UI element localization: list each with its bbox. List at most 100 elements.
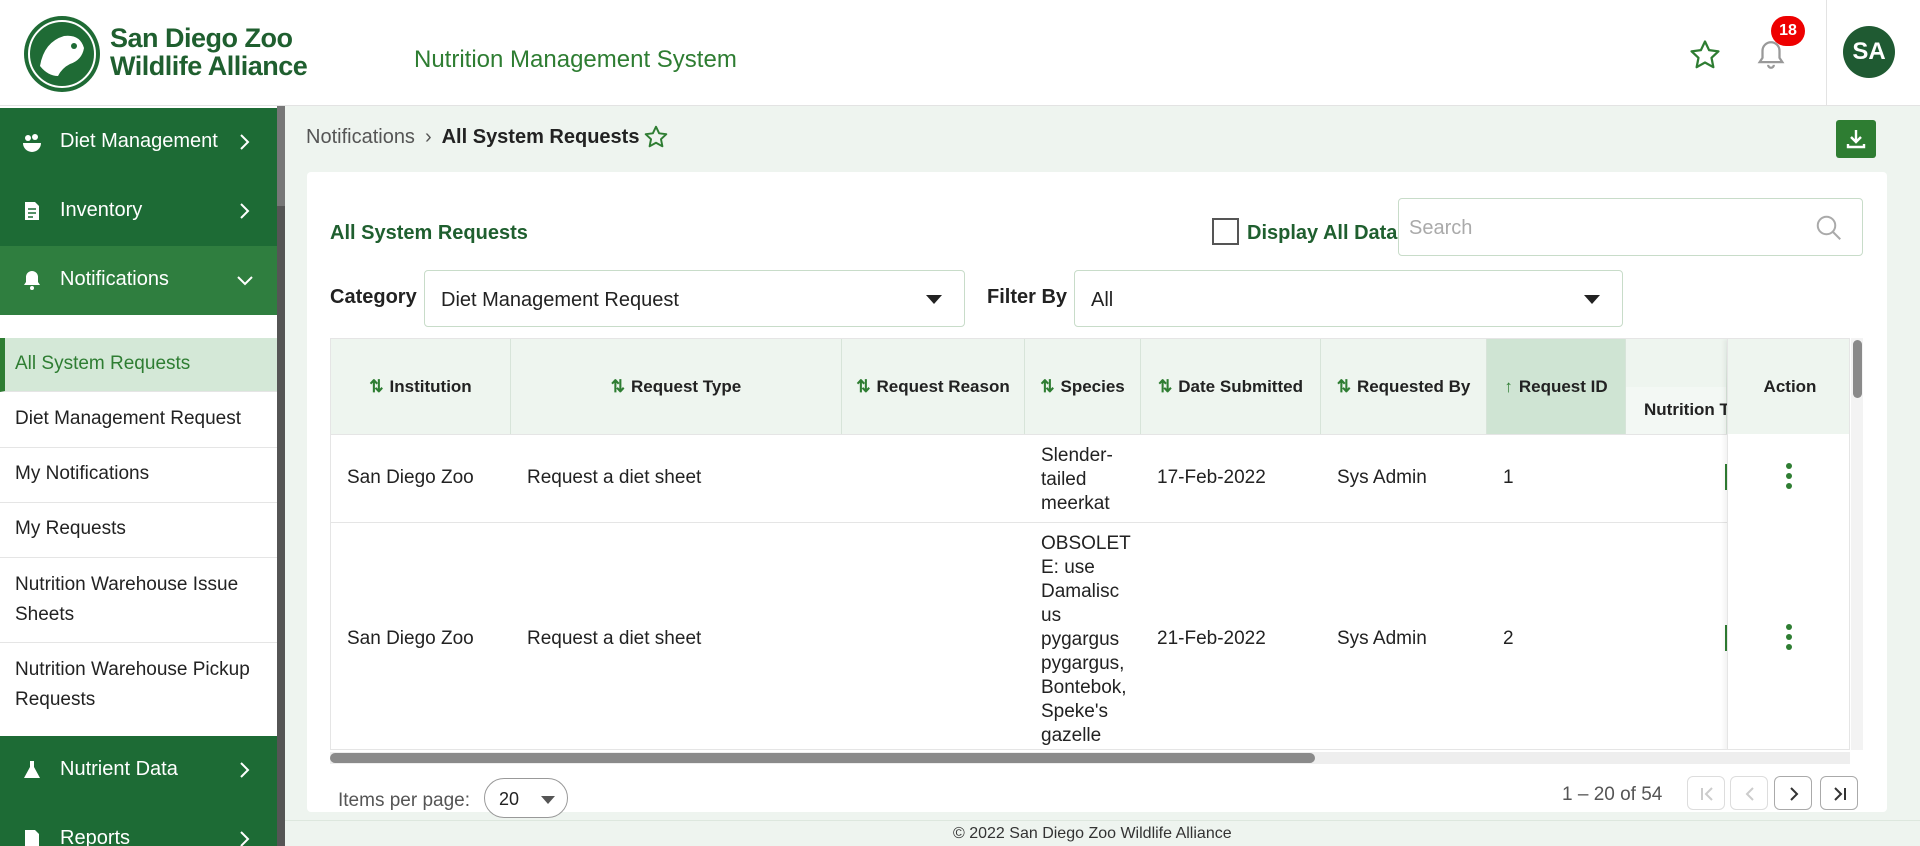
sidebar-subitem-diet-management-request[interactable]: Diet Management Request (0, 393, 277, 448)
column-header-species[interactable]: ⇅ Species (1025, 339, 1141, 434)
sort-icon: ⇅ (1158, 376, 1173, 396)
cell-institution: San Diego Zoo (347, 467, 474, 488)
search-icon[interactable] (1814, 213, 1844, 243)
chevron-left-icon (1745, 787, 1754, 801)
sidebar-item-label: Inventory (60, 199, 143, 221)
sidebar-item-diet-management[interactable]: Diet Management (0, 108, 277, 177)
user-avatar[interactable]: SA (1843, 26, 1895, 78)
items-per-page-select[interactable]: 20 (484, 778, 568, 818)
cell-species: Slender- tailed meerkat (1041, 444, 1113, 516)
sidebar-scrollbar[interactable] (277, 106, 285, 846)
display-all-checkbox[interactable] (1212, 218, 1239, 245)
column-header-nutrition[interactable]: Nutrition T (1626, 339, 1730, 434)
next-page-button[interactable] (1774, 776, 1812, 810)
cell-request-type: Request a diet sheet (527, 628, 702, 649)
sidebar-subitem-warehouse-pickup-requests[interactable]: Nutrition Warehouse Pickup Requests (0, 643, 277, 728)
column-header-label: Date Submitted (1178, 376, 1303, 396)
sidebar-item-inventory[interactable]: Inventory (0, 177, 277, 246)
report-icon (25, 830, 39, 846)
column-header-request-id[interactable]: ↑ Request ID (1487, 339, 1626, 434)
zoo-logo[interactable] (22, 14, 102, 94)
species-line: Bontebok, (1041, 677, 1127, 698)
sort-icon: ⇅ (1336, 376, 1351, 396)
sidebar-subitem-label: Diet Management Request (15, 408, 242, 429)
cell-requested-by: Sys Admin (1337, 467, 1427, 488)
column-header-requested-by[interactable]: ⇅ Requested By (1321, 339, 1487, 434)
sort-ascending-icon: ↑ (1504, 376, 1513, 396)
search-placeholder: Search (1409, 217, 1473, 239)
sidebar-subitem-label: My Requests (15, 518, 126, 539)
sidebar-item-reports[interactable]: Reports (0, 805, 277, 846)
sidebar-subitem-my-notifications[interactable]: My Notifications (0, 448, 277, 503)
column-header-request-type[interactable]: ⇅ Request Type (511, 339, 842, 434)
card-title: All System Requests (330, 222, 528, 244)
add-favorite-star-icon[interactable] (643, 124, 669, 150)
last-page-icon (1834, 787, 1846, 801)
filter-by-label: Filter By (987, 286, 1068, 308)
previous-page-button[interactable] (1730, 776, 1768, 810)
breadcrumb: Notifications › All System Requests (306, 126, 639, 149)
sort-icon: ⇅ (610, 376, 626, 396)
breadcrumb-current: All System Requests (441, 126, 640, 148)
column-header-institution[interactable]: ⇅ Institution (331, 339, 511, 434)
column-header-label: Requested By (1356, 376, 1471, 396)
column-header-action: Action (1728, 339, 1849, 434)
cell-species: OBSOLET E: use Damalisc us pygargus pyga… (1041, 532, 1131, 748)
species-line: pygargus, (1041, 653, 1125, 674)
last-page-button[interactable] (1820, 776, 1858, 810)
sidebar-item-label: Notifications (60, 268, 169, 290)
first-page-icon (1701, 787, 1713, 801)
column-header-label: Request ID (1518, 376, 1608, 396)
category-select[interactable]: Diet Management Request (424, 270, 965, 327)
action-column: Action (1727, 339, 1849, 749)
species-line: Slender- (1041, 445, 1113, 466)
breadcrumb-parent-link[interactable]: Notifications (306, 126, 415, 148)
species-line: gazelle (1041, 725, 1102, 746)
sidebar-item-notifications[interactable]: Notifications (0, 246, 277, 315)
table-vertical-scrollbar-thumb[interactable] (1853, 340, 1862, 398)
table-horizontal-scrollbar-thumb[interactable] (330, 753, 1315, 763)
sort-icon: ⇅ (856, 376, 871, 396)
table-vertical-scrollbar[interactable] (1851, 338, 1863, 750)
cell-date-submitted: 17-Feb-2022 (1157, 467, 1266, 488)
sidebar-item-nutrient-data[interactable]: Nutrient Data (0, 736, 277, 805)
filter-by-select[interactable]: All (1074, 270, 1623, 327)
logo-wordmark: San Diego Zoo Wildlife Alliance (110, 23, 308, 81)
cell-request-id: 1 (1503, 467, 1514, 488)
sidebar-item-label: Diet Management (60, 130, 218, 152)
display-all-label[interactable]: Display All Data (1247, 222, 1397, 245)
row-divider (331, 522, 1849, 523)
category-value: Diet Management Request (441, 289, 679, 311)
notification-count-badge: 18 (1771, 16, 1805, 46)
column-header-date-submitted[interactable]: ⇅ Date Submitted (1141, 339, 1321, 434)
column-header-request-reason[interactable]: ⇅ Request Reason (842, 339, 1025, 434)
app-header: San Diego Zoo Wildlife Alliance Nutritio… (0, 0, 1920, 106)
sidebar-subitem-my-requests[interactable]: My Requests (0, 503, 277, 558)
sidebar-subitem-all-system-requests[interactable]: All System Requests (0, 338, 277, 392)
species-line: Damalisc (1041, 581, 1120, 602)
dropdown-caret-icon (541, 796, 555, 804)
row-actions-kebab-icon[interactable] (1786, 463, 1792, 491)
species-line: E: use (1041, 557, 1095, 578)
cell-requested-by: Sys Admin (1337, 628, 1427, 649)
row-divider (331, 434, 1849, 435)
footer-copyright: © 2022 San Diego Zoo Wildlife Alliance (953, 825, 1232, 842)
search-input[interactable]: Search (1398, 198, 1863, 256)
sort-icon: ⇅ (369, 376, 384, 396)
download-button[interactable] (1836, 120, 1876, 158)
category-label: Category (330, 286, 417, 308)
dropdown-caret-icon (926, 295, 942, 304)
page-range-label: 1 – 20 of 54 (1562, 784, 1663, 805)
column-header-label: Request Reason (876, 376, 1010, 396)
first-page-button[interactable] (1687, 776, 1725, 810)
sidebar-scrollbar-thumb[interactable] (277, 106, 285, 206)
chevron-right-icon (1790, 787, 1799, 801)
breadcrumb-separator: › (424, 126, 432, 148)
chevron-right-icon (240, 203, 250, 219)
favorites-star-icon[interactable] (1688, 38, 1722, 72)
requests-table: ⇅ Institution ⇅ Request Type ⇅ Request Reas… (330, 338, 1850, 750)
column-header-label: Institution (389, 376, 472, 396)
sidebar-subitem-warehouse-issue-sheets[interactable]: Nutrition Warehouse Issue Sheets (0, 558, 277, 643)
row-actions-kebab-icon[interactable] (1786, 624, 1792, 652)
sidebar-subitem-label: All System Requests (15, 353, 191, 374)
